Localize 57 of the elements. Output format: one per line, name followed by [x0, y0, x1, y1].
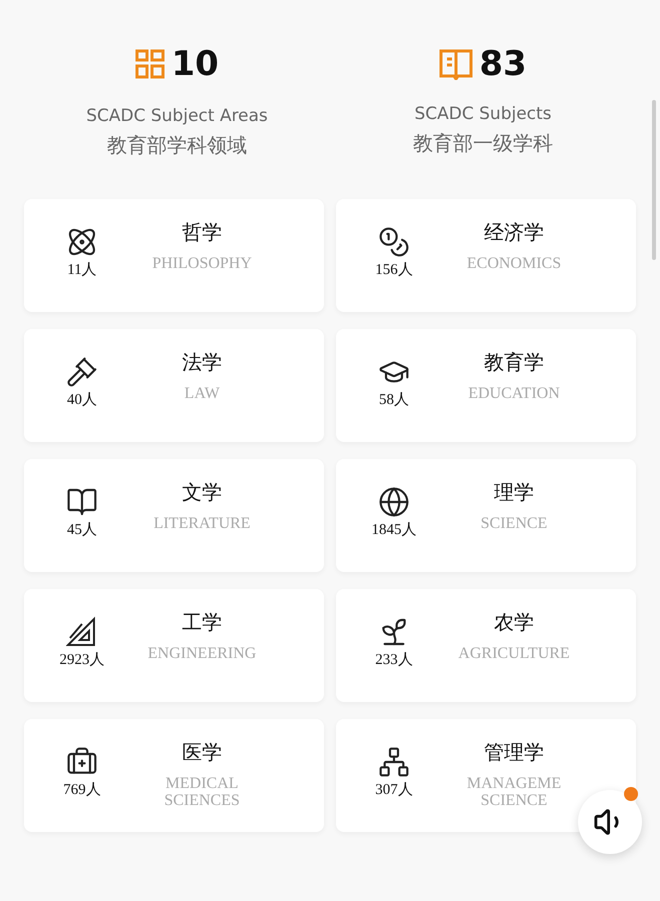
globe-icon	[378, 486, 410, 518]
stat-number: 10	[171, 44, 219, 84]
subject-english-name: MANAGEME	[466, 775, 562, 792]
subject-card[interactable]: 233人 农学 AGRICULTURE	[336, 589, 636, 702]
subject-card[interactable]: 11人 哲学 PHILOSOPHY	[24, 199, 324, 312]
subject-english-name: MEDICAL	[166, 775, 238, 792]
gavel-icon	[66, 356, 98, 388]
grid-icon	[135, 49, 166, 79]
stat-label-chinese: 教育部学科领域	[107, 132, 247, 159]
subject-title: 文学	[182, 479, 222, 506]
subject-english-name: ECONOMICS	[466, 255, 562, 272]
subject-english-name: SCIENCE	[480, 515, 548, 532]
subject-card[interactable]: 1845人 理学 SCIENCE	[336, 459, 636, 572]
subject-title: 哲学	[182, 219, 222, 246]
subject-card[interactable]: 40人 法学 LAW	[24, 329, 324, 442]
stat-label: SCADC Subject Areas	[86, 106, 268, 126]
member-count: 769人	[63, 781, 101, 799]
subject-english-name: EDUCATION	[468, 385, 560, 402]
subject-english-name: LITERATURE	[154, 515, 250, 532]
member-count: 45人	[67, 521, 97, 539]
hierarchy-icon	[378, 746, 410, 778]
subject-english-name: LAW	[184, 385, 220, 402]
subject-card[interactable]: 156人 经济学 ECONOMICS	[336, 199, 636, 312]
subject-title: 理学	[494, 479, 534, 506]
stat-label-chinese: 教育部一级学科	[413, 130, 553, 157]
subject-title: 医学	[182, 739, 222, 766]
member-count: 11人	[67, 261, 97, 279]
subject-title: 法学	[182, 349, 222, 376]
subject-title: 工学	[182, 609, 222, 636]
member-count: 233人	[375, 651, 413, 669]
book-icon	[439, 48, 474, 80]
member-count: 1845人	[372, 521, 416, 539]
subject-card[interactable]: 769人 医学 MEDICAL SCIENCES	[24, 719, 324, 832]
atom-icon	[66, 226, 98, 258]
subject-title: 管理学	[484, 739, 544, 766]
subject-card[interactable]: 2923人 工学 ENGINEERING	[24, 589, 324, 702]
subject-english-name: ENGINEERING	[148, 645, 256, 662]
subject-english-name: AGRICULTURE	[458, 645, 570, 662]
subject-english-name: SCIENCE	[480, 792, 548, 809]
subject-english-name: PHILOSOPHY	[152, 255, 252, 272]
member-count: 40人	[67, 391, 97, 409]
stat-number: 83	[479, 44, 527, 84]
subject-title: 教育学	[484, 349, 544, 376]
member-count: 58人	[379, 391, 409, 409]
subject-title: 农学	[494, 609, 534, 636]
subject-title: 经济学	[484, 219, 544, 246]
member-count: 156人	[375, 261, 413, 279]
subject-card[interactable]: 58人 教育学 EDUCATION	[336, 329, 636, 442]
scrollbar[interactable]	[652, 100, 656, 260]
coins-icon	[378, 226, 410, 258]
subject-english-name: SCIENCES	[164, 792, 240, 809]
stat-label: SCADC Subjects	[414, 104, 552, 124]
member-count: 307人	[375, 781, 413, 799]
subject-card[interactable]: 45人 文学 LITERATURE	[24, 459, 324, 572]
member-count: 2923人	[60, 651, 104, 669]
subject-card[interactable]: 307人 管理学 MANAGEME SCIENCE	[336, 719, 636, 832]
book-icon	[66, 486, 98, 518]
